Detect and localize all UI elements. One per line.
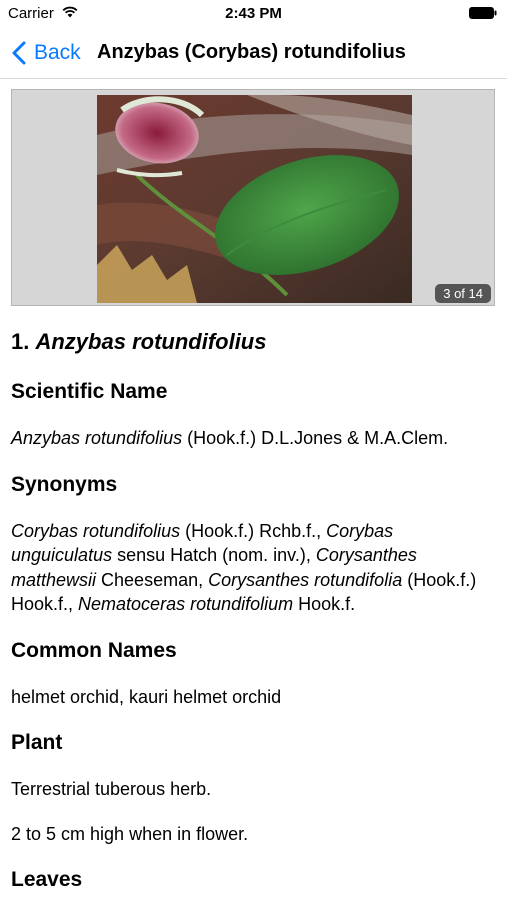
page-title: Anzybas (Corybas) rotundifolius bbox=[97, 41, 406, 63]
section-heading-common-names: Common Names bbox=[11, 638, 177, 662]
clock-time: 2:43 PM bbox=[225, 5, 282, 22]
section-heading-scientific-name: Scientific Name bbox=[11, 380, 168, 403]
synonym-name: Corybas rotundifolius bbox=[11, 520, 181, 541]
scientific-name-text: Anzybas rotundifolius (Hook.f.) D.L.Jone… bbox=[11, 426, 495, 451]
orchid-photo[interactable] bbox=[97, 95, 412, 303]
photo-gallery[interactable]: 3 of 14 bbox=[11, 89, 495, 306]
synonym-authority: (Hook.f.) Rchb.f., bbox=[180, 520, 327, 541]
species-name: Anzybas rotundifolius bbox=[35, 329, 267, 354]
back-button[interactable]: Back bbox=[12, 36, 81, 70]
section-heading-plant: Plant bbox=[11, 731, 63, 754]
plant-description: Terrestrial tuberous herb. bbox=[11, 779, 212, 799]
navigation-bar: Back Anzybas (Corybas) rotundifolius bbox=[0, 28, 507, 79]
synonym-authority: sensu Hatch (nom. inv.), bbox=[112, 545, 316, 565]
synonym-authority: Cheeseman, bbox=[96, 569, 209, 590]
synonym-authority: Hook.f. bbox=[293, 594, 356, 614]
photo-counter-badge: 3 of 14 bbox=[435, 284, 491, 303]
status-bar: Carrier 2:43 PM bbox=[0, 0, 507, 28]
scientific-name-italic: Anzybas rotundifolius bbox=[11, 428, 183, 448]
species-heading: 1. Anzybas rotundifolius bbox=[11, 326, 495, 358]
species-number: 1. bbox=[11, 329, 30, 354]
plant-height: 2 to 5 cm high when in flower. bbox=[11, 823, 249, 844]
section-heading-leaves: Leaves bbox=[11, 868, 83, 891]
scientific-name-authority: (Hook.f.) D.L.Jones & M.A.Clem. bbox=[182, 428, 449, 448]
back-chevron-icon bbox=[12, 41, 26, 65]
back-label: Back bbox=[34, 41, 81, 64]
synonyms-text: Corybas rotundifolius (Hook.f.) Rchb.f.,… bbox=[11, 519, 495, 617]
synonym-name: Corysanthes rotundifolia bbox=[208, 569, 403, 590]
species-details: 1. Anzybas rotundifolius Scientific Name… bbox=[11, 326, 495, 895]
common-names-text: helmet orchid, kauri helmet orchid bbox=[11, 686, 282, 707]
synonym-name: Nematoceras rotundifolium bbox=[78, 594, 294, 614]
battery-icon bbox=[469, 7, 497, 19]
section-heading-synonyms: Synonyms bbox=[11, 472, 118, 496]
